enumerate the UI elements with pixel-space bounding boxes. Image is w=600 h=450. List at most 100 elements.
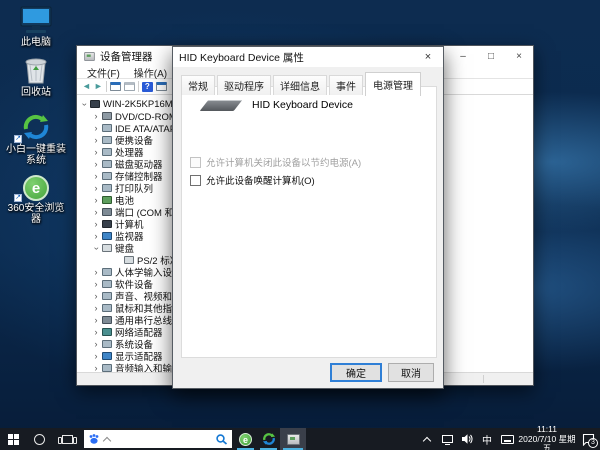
tab-general[interactable]: 常规 — [181, 75, 215, 95]
toolbar-separator — [105, 81, 107, 92]
menu-file[interactable]: 文件(F) — [81, 65, 126, 80]
recycle-bin-icon — [4, 55, 68, 85]
minimize-button[interactable]: – — [449, 46, 477, 67]
desktop-icon-label: 360安全浏览器 — [7, 203, 65, 225]
cortana-icon — [33, 433, 45, 445]
task-view-icon — [57, 434, 77, 444]
allow-power-off-checkbox — [190, 156, 201, 168]
taskbar-item-xiaobai[interactable] — [257, 428, 280, 450]
tree-chevron-icon[interactable] — [79, 100, 89, 109]
tree-chevron-icon[interactable] — [91, 196, 101, 205]
task-view-button[interactable] — [52, 428, 82, 450]
desktop-icon-this-pc[interactable]: 此电脑 — [4, 5, 68, 48]
allow-wake-checkbox[interactable] — [190, 174, 201, 186]
tab-details[interactable]: 详细信息 — [273, 75, 327, 95]
tab-power-management[interactable]: 电源管理 — [365, 72, 421, 96]
device-name: HID Keyboard Device — [252, 99, 353, 111]
xiaobai-reinstall-icon: ↗ — [4, 112, 68, 143]
tree-chevron-icon[interactable] — [91, 232, 101, 241]
maximize-button[interactable]: □ — [477, 46, 505, 67]
tree-chevron-icon[interactable] — [91, 160, 101, 169]
taskbar-item-360-browser[interactable]: e — [234, 428, 257, 450]
tree-chevron-icon[interactable] — [91, 280, 101, 289]
toolbar-separator — [137, 81, 139, 92]
tree-chevron-icon[interactable] — [91, 268, 101, 277]
action-pane-button[interactable] — [155, 82, 167, 91]
tree-chevron-icon[interactable] — [91, 364, 101, 373]
cancel-button[interactable]: 取消 — [388, 362, 434, 382]
ports-icon — [102, 208, 112, 216]
tree-chevron-icon[interactable] — [91, 292, 101, 301]
tree-chevron-icon[interactable] — [91, 136, 101, 145]
forward-button[interactable]: ► — [94, 82, 103, 91]
dialog-tabs: 常规 驱动程序 详细信息 事件 电源管理 — [181, 71, 423, 96]
360-browser-icon: e — [239, 432, 252, 446]
battery-icon — [102, 196, 112, 204]
action-center-button[interactable]: 3 — [578, 428, 598, 450]
tree-chevron-icon[interactable] — [91, 172, 101, 181]
monitor-icon — [102, 232, 112, 240]
portable-device-icon — [102, 136, 112, 144]
tree-chevron-icon[interactable] — [91, 112, 101, 121]
taskbar-item-device-manager[interactable] — [280, 428, 306, 450]
dialog-title: HID Keyboard Device 属性 — [179, 51, 304, 64]
show-console-tree-button[interactable] — [109, 82, 121, 91]
tree-chevron-icon[interactable] — [91, 124, 101, 133]
desktop-icon-recycle-bin[interactable]: 回收站 — [4, 55, 68, 98]
tree-chevron-icon[interactable] — [91, 184, 101, 193]
windows-logo-icon — [7, 433, 19, 445]
volume-tray-button[interactable] — [458, 428, 476, 450]
tab-events[interactable]: 事件 — [329, 75, 363, 95]
properties-button[interactable] — [123, 82, 135, 91]
tree-chevron-icon[interactable] — [91, 304, 101, 313]
tray-expand-button[interactable] — [418, 428, 436, 450]
display-adapter-icon — [102, 352, 112, 360]
tree-chevron-icon[interactable] — [91, 340, 101, 349]
taskbar-clock[interactable]: 11:11 2020/7/10 星期五 — [518, 424, 576, 450]
tree-chevron-icon[interactable] — [91, 220, 101, 229]
usb-icon — [102, 316, 112, 324]
tab-driver[interactable]: 驱动程序 — [217, 75, 271, 95]
dialog-titlebar[interactable]: HID Keyboard Device 属性 × — [173, 47, 443, 67]
tree-chevron-icon[interactable] — [91, 328, 101, 337]
clock-date: 2020/7/10 星期五 — [518, 433, 576, 450]
chevron-up-icon[interactable] — [102, 436, 112, 445]
allow-power-off-row: 允许计算机关闭此设备以节约电源(A) — [190, 155, 436, 169]
start-button[interactable] — [0, 428, 26, 450]
audio-icon — [102, 364, 112, 372]
search-icon[interactable] — [215, 433, 228, 446]
back-button[interactable]: ◄ — [82, 82, 91, 91]
touch-keyboard-button[interactable] — [498, 428, 516, 450]
tree-chevron-icon[interactable] — [91, 148, 101, 157]
disk-drive-icon — [102, 160, 112, 168]
window-title: 设备管理器 — [100, 51, 153, 63]
tree-chevron-icon[interactable] — [91, 244, 101, 253]
menu-action[interactable]: 操作(A) — [128, 65, 173, 80]
help-button[interactable]: ? — [141, 81, 153, 92]
cortana-button[interactable] — [26, 428, 52, 450]
tree-chevron-icon[interactable] — [91, 316, 101, 325]
search-input[interactable] — [84, 430, 232, 448]
desktop: 此电脑 回收站 ↗ 小白一键重装系统 e ↗ 360安全浏览器 设备管理器 – … — [0, 0, 600, 450]
tree-chevron-icon[interactable] — [91, 208, 101, 217]
desktop-icon-xiaobai[interactable]: ↗ 小白一键重装系统 — [4, 112, 68, 166]
storage-controller-icon — [102, 172, 112, 180]
ide-controller-icon — [102, 124, 112, 132]
allow-wake-row[interactable]: 允许此设备唤醒计算机(O) — [190, 173, 436, 187]
checkbox-label: 允许计算机关闭此设备以节约电源(A) — [206, 158, 362, 169]
tree-chevron-icon[interactable] — [91, 352, 101, 361]
shortcut-arrow-icon: ↗ — [14, 135, 22, 143]
network-tray-button[interactable] — [438, 428, 456, 450]
print-queue-icon — [102, 184, 112, 192]
processor-icon — [102, 148, 112, 156]
keyboard-icon — [102, 244, 112, 252]
desktop-icon-360-browser[interactable]: e ↗ 360安全浏览器 — [4, 171, 68, 225]
dialog-footer: 确定 取消 — [173, 356, 443, 388]
ok-button[interactable]: 确定 — [330, 362, 382, 382]
network-icon — [441, 435, 453, 445]
close-button[interactable]: × — [505, 46, 533, 67]
close-icon[interactable]: × — [413, 47, 443, 67]
system-device-icon — [102, 340, 112, 348]
hid-properties-dialog: HID Keyboard Device 属性 × 常规 驱动程序 详细信息 事件… — [172, 46, 444, 389]
ime-indicator[interactable]: 中 — [478, 428, 496, 450]
